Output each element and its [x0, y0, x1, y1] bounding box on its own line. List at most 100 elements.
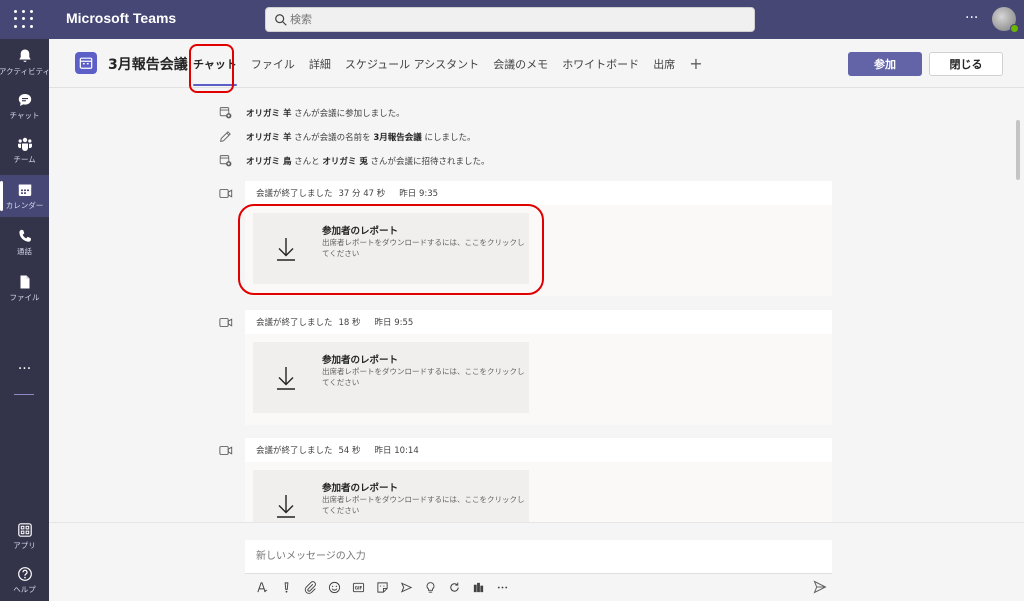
rail-item-label: カレンダー	[5, 200, 44, 210]
message-text: にしました。	[421, 132, 476, 143]
loop-button[interactable]	[447, 580, 461, 594]
meeting-duration: 37 分 47 秒	[338, 189, 386, 199]
rail-item-teams[interactable]: チーム	[0, 129, 49, 171]
report-description: 出席者レポートをダウンロードするには、ここをクリックしてください	[322, 367, 525, 387]
meeting-ended-body: 参加者のレポート 出席者レポートをダウンロードするには、ここをクリックしてくださ…	[245, 334, 832, 425]
rail-item-chat[interactable]: チャット	[0, 85, 49, 127]
tab-bar: チャット ファイル 詳細 スケジュール アシスタント 会議のメモ ホワイトボード…	[193, 39, 703, 88]
rail-item-label: ファイル	[9, 292, 40, 302]
attendance-report-card[interactable]: 参加者のレポート 出席者レポートをダウンロードするには、ここをクリックしてくださ…	[253, 342, 529, 413]
scrollbar-thumb[interactable]	[1016, 120, 1020, 180]
format-button[interactable]	[255, 580, 269, 594]
rail-item-label: チーム	[13, 154, 36, 164]
video-camera-icon	[219, 318, 233, 327]
close-button[interactable]: 閉じる	[929, 52, 1003, 76]
report-title: 参加者のレポート	[322, 483, 399, 494]
meet-now-button[interactable]	[399, 580, 413, 594]
more-icon	[497, 586, 507, 588]
paperclip-icon	[304, 580, 316, 594]
rail-item-calls[interactable]: 通話	[0, 221, 49, 263]
message-input[interactable]	[245, 540, 832, 573]
more-options-icon[interactable]: ···	[965, 10, 978, 26]
more-compose-options-button[interactable]	[495, 580, 509, 594]
meeting-timestamp: 昨日 9:55	[374, 318, 414, 328]
send-icon[interactable]	[813, 580, 827, 594]
tab-meeting-notes[interactable]: 会議のメモ	[493, 39, 548, 88]
important-button[interactable]	[279, 580, 293, 594]
app-launcher-icon[interactable]	[12, 8, 34, 30]
compose-area: GIF	[49, 522, 1024, 601]
attach-button[interactable]	[303, 580, 317, 594]
system-message: オリガミ 鳥 さんと オリガミ 兎 さんが会議に招待されました。	[219, 154, 490, 167]
rail-item-label: 通話	[17, 246, 32, 256]
teams-icon	[17, 137, 32, 151]
title-bar: Microsoft Teams ···	[0, 0, 1024, 39]
tab-whiteboard[interactable]: ホワイトボード	[562, 39, 639, 88]
search-input[interactable]	[290, 10, 730, 29]
user-name: オリガミ 兎	[322, 156, 368, 167]
meeting-duration: 18 秒	[338, 318, 361, 328]
meeting-ended-header: 会議が終了しました 18 秒 昨日 9:55	[245, 310, 832, 334]
system-message: オリガミ 羊 さんが会議の名前を 3月報告会議 にしました。	[219, 130, 476, 143]
phone-icon	[18, 229, 31, 242]
gif-button[interactable]: GIF	[351, 580, 365, 594]
rail-item-calendar[interactable]: カレンダー	[0, 175, 49, 217]
rail-divider	[14, 394, 34, 395]
praise-button[interactable]	[423, 580, 437, 594]
compose-box[interactable]	[245, 540, 832, 574]
meeting-ended-card: 会議が終了しました 54 秒 昨日 10:14 参加者のレポート 出席者レポート…	[245, 438, 832, 522]
more-apps-icon[interactable]: ···	[0, 361, 49, 377]
rail-item-label: アクティビティ	[0, 66, 51, 76]
message-text: さんが会議に参加しました。	[291, 108, 405, 119]
search-box[interactable]	[265, 7, 755, 32]
rail-item-label: アプリ	[13, 540, 36, 550]
pencil-icon	[220, 131, 231, 142]
gif-icon: GIF	[352, 582, 364, 592]
tab-attendance[interactable]: 出席	[653, 39, 675, 88]
user-name: オリガミ 羊	[246, 132, 292, 143]
sticker-icon	[376, 581, 388, 593]
file-icon	[20, 275, 29, 288]
meeting-ended-card: 会議が終了しました 18 秒 昨日 9:55 参加者のレポート 出席者レポートを…	[245, 310, 832, 425]
meeting-ended-header: 会議が終了しました 37 分 47 秒 昨日 9:35	[245, 181, 832, 205]
report-description: 出席者レポートをダウンロードするには、ここをクリックしてください	[322, 495, 525, 515]
attendance-report-card[interactable]: 参加者のレポート 出席者レポートをダウンロードするには、ここをクリックしてくださ…	[253, 470, 529, 522]
app-extension-icon	[473, 582, 483, 592]
app-extension-button[interactable]	[471, 580, 485, 594]
video-camera-icon	[219, 446, 233, 455]
tab-files[interactable]: ファイル	[251, 39, 295, 88]
emoji-button[interactable]	[327, 580, 341, 594]
tab-scheduling-assistant[interactable]: スケジュール アシスタント	[345, 39, 479, 88]
chat-icon	[18, 93, 31, 106]
message-text: さんが会議の名前を	[291, 132, 374, 143]
rail-item-apps[interactable]: アプリ	[0, 515, 49, 557]
system-message: オリガミ 羊 さんが会議に参加しました。	[219, 106, 405, 119]
compose-toolbar: GIF	[255, 579, 519, 595]
user-name: オリガミ 羊	[246, 108, 292, 119]
highlight-chat-tab	[189, 44, 234, 93]
sticker-button[interactable]	[375, 580, 389, 594]
exclamation-icon	[284, 581, 288, 593]
lightbulb-icon	[426, 581, 434, 593]
video-camera-icon	[219, 189, 233, 198]
add-tab-icon[interactable]: +	[689, 39, 702, 88]
page-title: 3月報告会議	[108, 57, 188, 73]
download-icon	[277, 495, 295, 518]
rail-item-label: チャット	[9, 110, 40, 120]
join-button[interactable]: 参加	[848, 52, 922, 76]
meeting-status: 会議が終了しました	[256, 446, 333, 456]
svg-text:GIF: GIF	[354, 585, 362, 590]
meeting-ended-header: 会議が終了しました 54 秒 昨日 10:14	[245, 438, 832, 462]
chat-pane: オリガミ 羊 さんが会議に参加しました。 オリガミ 羊 さんが会議の名前を 3月…	[49, 89, 1024, 522]
rail-item-files[interactable]: ファイル	[0, 267, 49, 309]
rail-item-help[interactable]: ヘルプ	[0, 559, 49, 601]
tab-details[interactable]: 詳細	[309, 39, 331, 88]
rail-item-activity[interactable]: アクティビティ	[0, 41, 51, 83]
meeting-name: 3月報告会議	[373, 132, 422, 143]
highlight-report-card	[238, 204, 544, 295]
search-icon	[275, 14, 287, 26]
calendar-add-icon	[219, 107, 232, 119]
format-icon	[256, 581, 267, 592]
bell-icon	[18, 49, 31, 62]
app-bar: アクティビティ チャット チーム カレンダー 通話 ファイル ··· アプリ ヘ…	[0, 39, 51, 601]
